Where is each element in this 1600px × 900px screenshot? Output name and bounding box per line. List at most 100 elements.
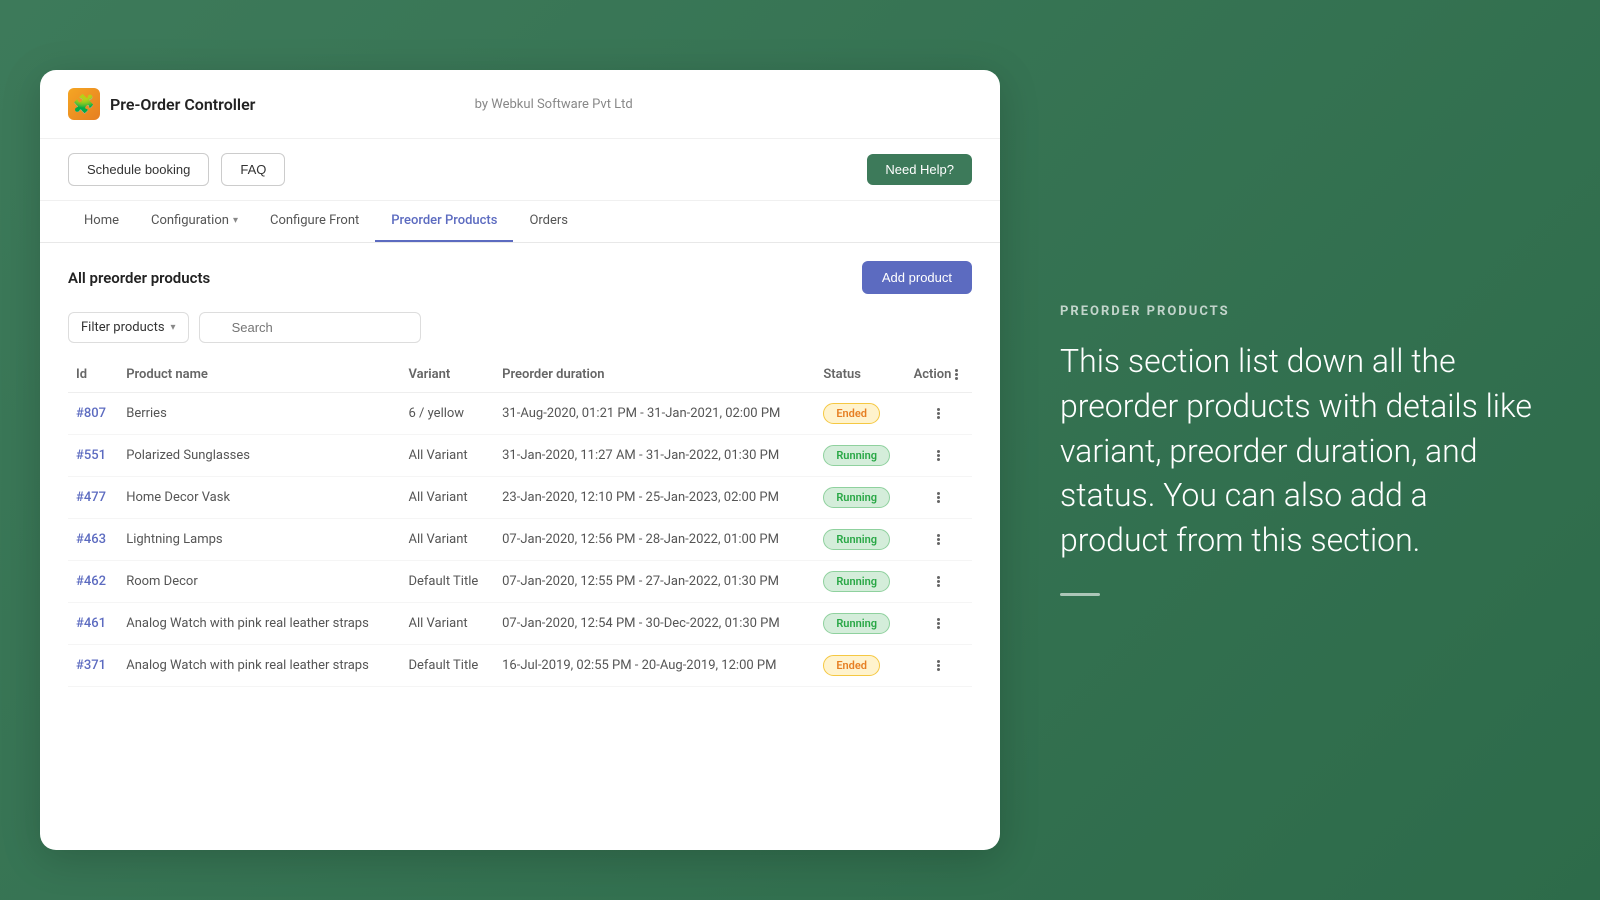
status-badge: Running [823, 613, 890, 634]
cell-variant: Default Title [400, 645, 494, 687]
cell-id: #461 [68, 603, 118, 645]
col-preorder-duration: Preorder duration [494, 357, 815, 393]
status-badge: Running [823, 445, 890, 466]
products-table-container: Id Product name Variant Preorder duratio… [40, 357, 1000, 687]
product-id-link[interactable]: #461 [76, 616, 106, 631]
cell-product-name: Berries [118, 393, 400, 435]
status-badge: Running [823, 571, 890, 592]
cell-status: Running [815, 519, 905, 561]
filter-dropdown[interactable]: Filter products ▾ [68, 312, 189, 343]
table-row: #551 Polarized Sunglasses All Variant 31… [68, 435, 972, 477]
cell-id: #807 [68, 393, 118, 435]
faq-button[interactable]: FAQ [221, 153, 285, 186]
product-id-link[interactable]: #462 [76, 574, 106, 589]
right-panel: PREORDER PRODUCTS This section list down… [1000, 264, 1600, 636]
cell-variant: Default Title [400, 561, 494, 603]
cell-status: Running [815, 561, 905, 603]
cell-duration: 07-Jan-2020, 12:56 PM - 28-Jan-2022, 01:… [494, 519, 815, 561]
cell-id: #477 [68, 477, 118, 519]
cell-action [906, 393, 972, 435]
products-table: Id Product name Variant Preorder duratio… [68, 357, 972, 687]
cell-status: Ended [815, 645, 905, 687]
app-title: Pre-Order Controller [110, 95, 255, 114]
cell-action [906, 519, 972, 561]
action-menu-button[interactable] [914, 534, 964, 545]
product-id-link[interactable]: #807 [76, 406, 106, 421]
cell-action [906, 435, 972, 477]
chevron-down-icon: ▾ [171, 322, 176, 333]
action-menu-button[interactable] [914, 450, 964, 461]
filter-bar: Filter products ▾ 🔍 [40, 306, 1000, 357]
col-product-name: Product name [118, 357, 400, 393]
schedule-booking-button[interactable]: Schedule booking [68, 153, 209, 186]
header-left: 🧩 Pre-Order Controller [68, 88, 255, 120]
action-menu-button[interactable] [914, 576, 964, 587]
cell-product-name: Lightning Lamps [118, 519, 400, 561]
cell-action [906, 645, 972, 687]
action-header-dots[interactable] [955, 369, 958, 380]
nav-configuration[interactable]: Configuration ▾ [135, 201, 254, 242]
app-icon: 🧩 [68, 88, 100, 120]
product-id-link[interactable]: #551 [76, 448, 106, 463]
cell-status: Ended [815, 393, 905, 435]
table-row: #461 Analog Watch with pink real leather… [68, 603, 972, 645]
nav-configure-front[interactable]: Configure Front [254, 201, 375, 242]
section-description: This section list down all the preorder … [1060, 339, 1540, 563]
cell-duration: 07-Jan-2020, 12:55 PM - 27-Jan-2022, 01:… [494, 561, 815, 603]
need-help-button[interactable]: Need Help? [867, 154, 972, 185]
table-row: #371 Analog Watch with pink real leather… [68, 645, 972, 687]
nav-orders[interactable]: Orders [513, 201, 584, 242]
product-id-link[interactable]: #477 [76, 490, 106, 505]
page-title: All preorder products [68, 269, 210, 287]
by-text: by Webkul Software Pvt Ltd [475, 97, 633, 112]
status-badge: Running [823, 487, 890, 508]
cell-id: #371 [68, 645, 118, 687]
cell-product-name: Analog Watch with pink real leather stra… [118, 645, 400, 687]
status-badge: Ended [823, 655, 880, 676]
section-label: PREORDER PRODUCTS [1060, 304, 1540, 319]
chevron-down-icon: ▾ [233, 215, 238, 226]
nav-bar: Home Configuration ▾ Configure Front Pre… [40, 201, 1000, 243]
cell-id: #551 [68, 435, 118, 477]
cell-duration: 16-Jul-2019, 02:55 PM - 20-Aug-2019, 12:… [494, 645, 815, 687]
nav-preorder-products[interactable]: Preorder Products [375, 201, 513, 242]
status-badge: Ended [823, 403, 880, 424]
action-menu-button[interactable] [914, 408, 964, 419]
table-row: #462 Room Decor Default Title 07-Jan-202… [68, 561, 972, 603]
cell-id: #462 [68, 561, 118, 603]
page-header: All preorder products Add product [40, 243, 1000, 306]
action-menu-button[interactable] [914, 660, 964, 671]
status-badge: Running [823, 529, 890, 550]
cell-product-name: Room Decor [118, 561, 400, 603]
table-row: #477 Home Decor Vask All Variant 23-Jan-… [68, 477, 972, 519]
col-action: Action [906, 357, 972, 393]
cell-variant: All Variant [400, 477, 494, 519]
cell-action [906, 603, 972, 645]
filter-label: Filter products [81, 320, 165, 335]
cell-product-name: Analog Watch with pink real leather stra… [118, 603, 400, 645]
cell-status: Running [815, 477, 905, 519]
cell-variant: All Variant [400, 519, 494, 561]
col-status: Status [815, 357, 905, 393]
cell-status: Running [815, 603, 905, 645]
cell-duration: 31-Aug-2020, 01:21 PM - 31-Jan-2021, 02:… [494, 393, 815, 435]
col-variant: Variant [400, 357, 494, 393]
cell-product-name: Polarized Sunglasses [118, 435, 400, 477]
action-menu-button[interactable] [914, 492, 964, 503]
product-id-link[interactable]: #371 [76, 658, 106, 673]
cell-variant: 6 / yellow [400, 393, 494, 435]
cell-variant: All Variant [400, 435, 494, 477]
cell-id: #463 [68, 519, 118, 561]
cell-duration: 31-Jan-2020, 11:27 AM - 31-Jan-2022, 01:… [494, 435, 815, 477]
search-input[interactable] [199, 312, 421, 343]
cell-status: Running [815, 435, 905, 477]
add-product-button[interactable]: Add product [862, 261, 972, 294]
product-id-link[interactable]: #463 [76, 532, 106, 547]
col-id: Id [68, 357, 118, 393]
nav-home[interactable]: Home [68, 201, 135, 242]
table-row: #463 Lightning Lamps All Variant 07-Jan-… [68, 519, 972, 561]
cell-duration: 07-Jan-2020, 12:54 PM - 30-Dec-2022, 01:… [494, 603, 815, 645]
divider [1060, 593, 1100, 596]
table-row: #807 Berries 6 / yellow 31-Aug-2020, 01:… [68, 393, 972, 435]
action-menu-button[interactable] [914, 618, 964, 629]
